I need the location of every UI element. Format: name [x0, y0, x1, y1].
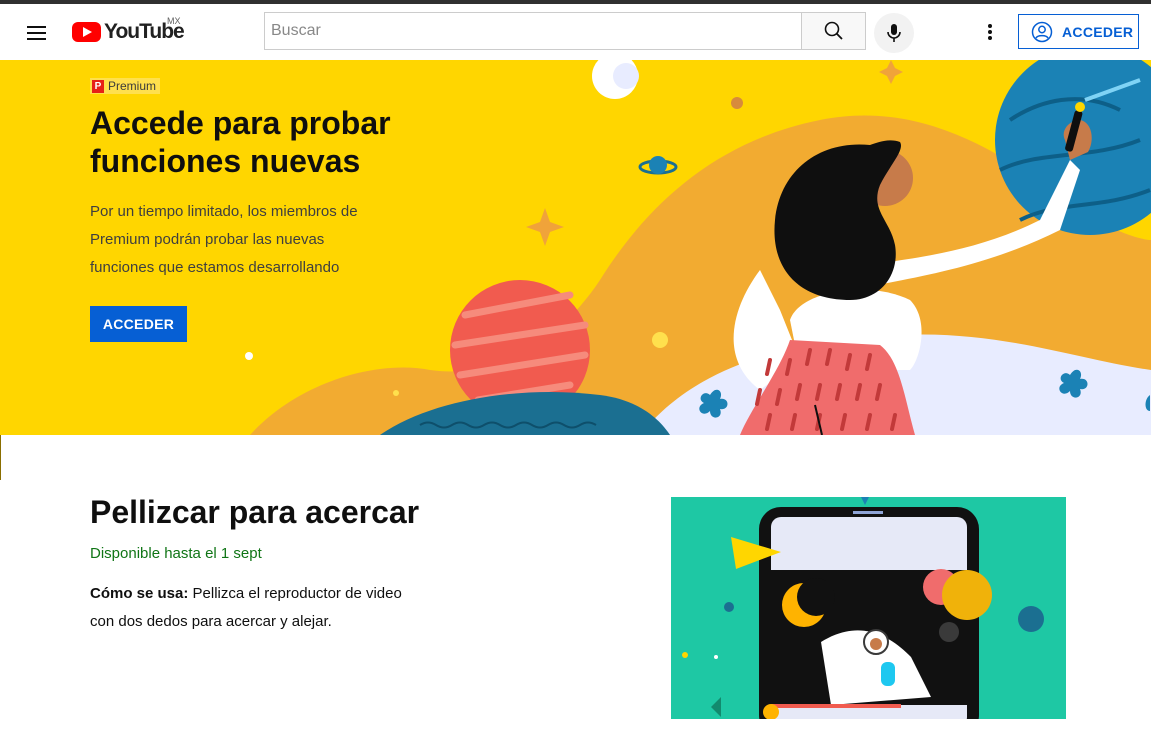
hero-title: Accede para probar funciones nuevas	[90, 105, 391, 179]
search-button[interactable]	[802, 12, 866, 50]
premium-hero-banner: P Premium Accede para probar funciones n…	[0, 60, 1151, 435]
menu-icon[interactable]	[22, 21, 52, 43]
search-input[interactable]	[265, 13, 801, 49]
microphone-icon	[887, 24, 901, 42]
hero-signin-button[interactable]: ACCEDER	[90, 306, 187, 342]
premium-badge-label: Premium	[108, 79, 157, 93]
voice-search-button[interactable]	[874, 13, 914, 53]
premium-logo-icon: P	[92, 79, 104, 93]
signin-label: ACCEDER	[1062, 24, 1134, 40]
feature-description: Cómo se usa: Pellizca el reproductor de …	[90, 580, 430, 636]
search-icon	[824, 21, 843, 40]
feature-howto-label: Cómo se usa:	[90, 585, 189, 602]
more-vert-icon[interactable]	[978, 20, 1002, 44]
hero-description: Por un tiempo limitado, los miembros de …	[90, 203, 358, 276]
country-code: MX	[167, 16, 181, 26]
youtube-logo-icon	[72, 22, 101, 42]
masthead: YouTube MX ACCEDER	[0, 4, 1151, 60]
feature-availability: Disponible hasta el 1 sept	[90, 545, 262, 562]
account-circle-icon	[1031, 21, 1053, 43]
pinch-zoom-illustration	[682, 497, 1044, 719]
feature-title: Pellizcar para acercar	[90, 494, 420, 530]
premium-badge: P Premium	[90, 78, 161, 94]
signin-button[interactable]: ACCEDER	[1018, 14, 1139, 49]
left-edge-divider	[0, 435, 1, 480]
search-box	[264, 12, 802, 50]
feature-illustration	[671, 497, 1066, 719]
